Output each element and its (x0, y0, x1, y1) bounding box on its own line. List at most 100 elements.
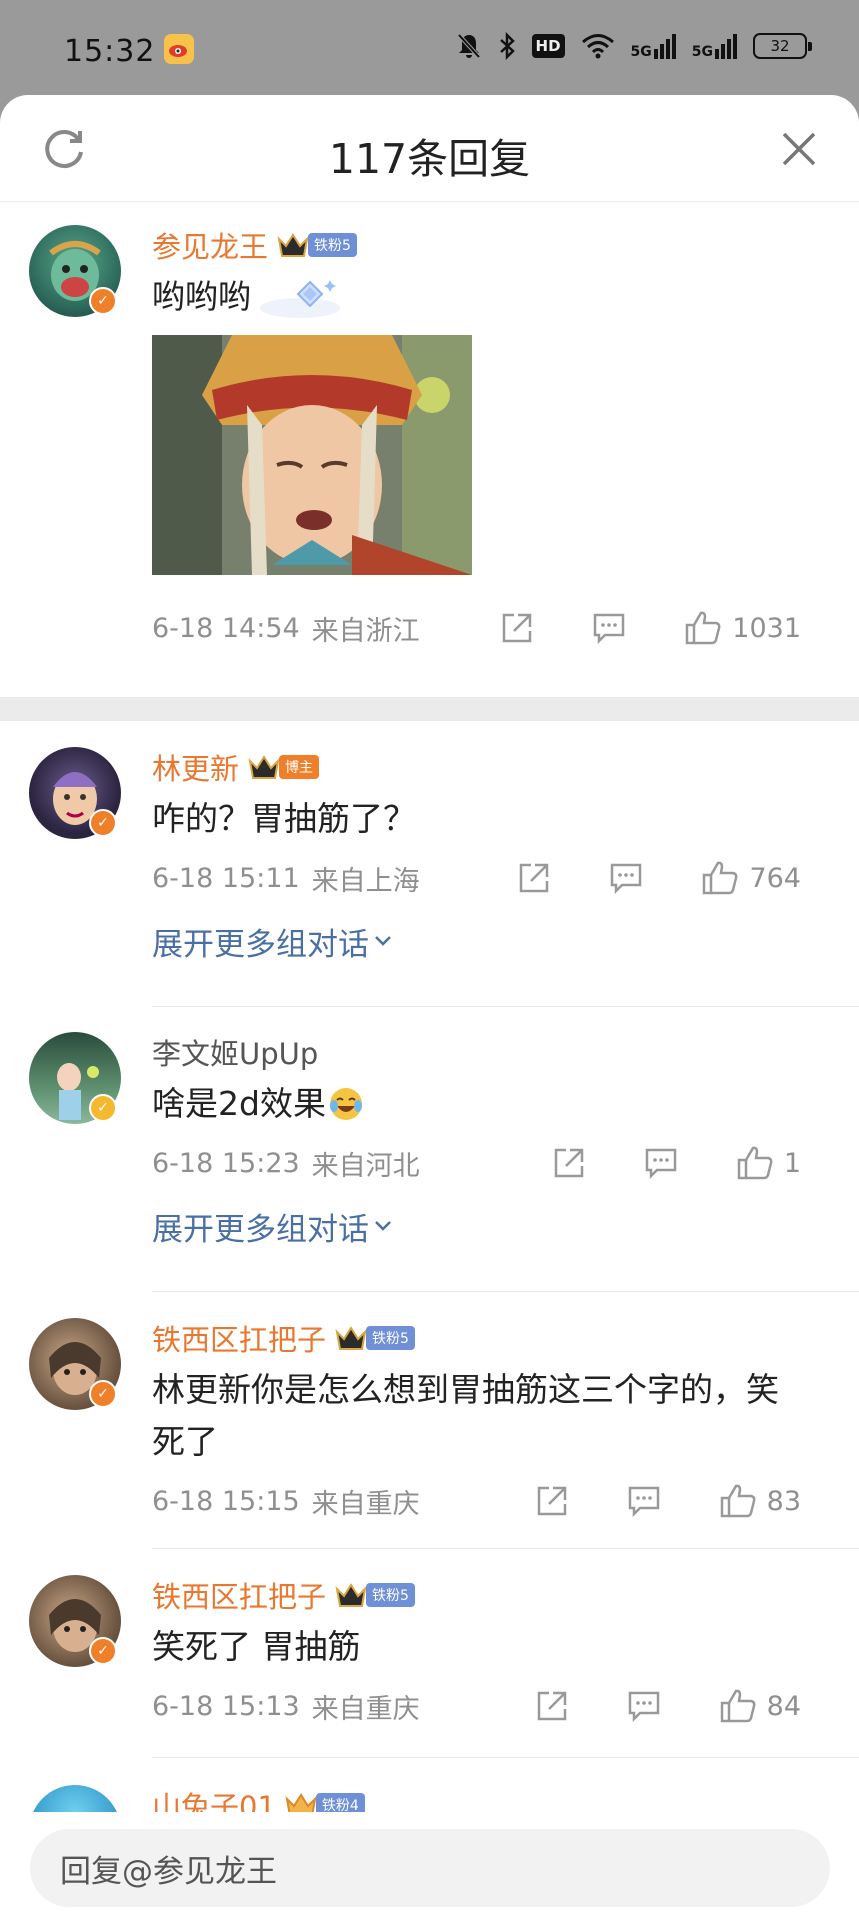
comment-icon (611, 863, 642, 895)
thumbs-up-icon (737, 1146, 773, 1180)
share-button[interactable] (535, 1689, 569, 1723)
location: 来自重庆 (311, 1488, 420, 1520)
comment-icon (594, 613, 625, 645)
reply-item: ✓ 李文姬UpUp 啥是2d效果 6-18 15:23 来自河北 1 展开更多组… (0, 1032, 859, 1256)
share-icon (520, 863, 549, 893)
comment-text: 啥是2d效果 (152, 1078, 831, 1130)
like-button[interactable]: 1031 (684, 610, 801, 646)
sheet-header: 117条回复 (0, 95, 859, 202)
timestamp: 6-18 15:23 (152, 1147, 300, 1179)
share-icon (503, 613, 532, 643)
username[interactable]: 参见龙王 (152, 224, 268, 266)
verified-badge: ✓ (89, 1094, 117, 1122)
mute-icon (457, 33, 480, 59)
signal-5g-icon: 5G (631, 33, 676, 59)
status-time: 15:32 (64, 34, 156, 69)
reply-item: ✓ 铁西区扛把子 铁粉5 笑死了 胃抽筋 6-18 15:13 来自重庆 84 (0, 1575, 859, 1731)
status-icons: HD 5G 5G 32 (456, 32, 812, 60)
comment-icon (628, 1691, 659, 1723)
thumbs-up-icon (686, 611, 721, 645)
share-icon (537, 1486, 566, 1516)
comment-icon (645, 1148, 677, 1180)
like-count: 83 (766, 1485, 801, 1517)
timestamp: 6-18 14:54 (152, 612, 300, 644)
close-button[interactable] (777, 127, 821, 171)
divider (152, 1757, 859, 1758)
comment-text: 林更新你是怎么想到胃抽筋这三个字的，笑死了 (152, 1370, 779, 1461)
crown-icon (335, 1583, 367, 1607)
like-button[interactable]: 1 (736, 1145, 801, 1181)
verified-badge: ✓ (89, 287, 117, 315)
like-count: 84 (766, 1690, 801, 1722)
close-icon (782, 132, 816, 166)
laugh-cry-emoji-icon (329, 1088, 362, 1120)
comment-meta: 6-18 15:23 来自河北 1 (152, 1138, 831, 1188)
username[interactable]: 李文姬UpUp (152, 1031, 318, 1073)
like-count: 1031 (732, 612, 801, 644)
share-icon (554, 1148, 584, 1178)
like-button[interactable]: 764 (701, 860, 801, 896)
comment-button[interactable] (627, 1484, 661, 1518)
fan-level-badge: 铁粉5 (366, 1583, 415, 1607)
like-button[interactable]: 83 (719, 1483, 801, 1519)
comment-image[interactable] (152, 335, 472, 575)
comment-button[interactable] (644, 1146, 678, 1180)
crown-icon (335, 1326, 367, 1350)
comment-meta: 6-18 15:13 来自重庆 84 (152, 1681, 831, 1731)
share-button[interactable] (535, 1484, 569, 1518)
chevron-down-icon (375, 936, 391, 946)
thumbs-up-icon (720, 1484, 756, 1518)
main-comment: ✓ 参见龙王 铁粉5 哟哟哟 6-18 14:54 来自浙江 1031 (0, 225, 859, 653)
reply-input[interactable]: 回复@参见龙王 (30, 1829, 830, 1907)
comment-meta: 6-18 15:11 来自上海 764 (152, 853, 831, 903)
expand-conversation-link[interactable]: 展开更多组对话 (152, 1196, 831, 1256)
blogger-badge: 博主 (279, 755, 320, 779)
thumbs-up-icon (703, 861, 738, 895)
share-button[interactable] (500, 611, 534, 645)
signal-5g-icon: 5G (692, 33, 737, 59)
crown-icon (277, 233, 309, 257)
share-button[interactable] (552, 1146, 586, 1180)
verified-badge: ✓ (89, 1637, 117, 1665)
reply-item: ✓ 林更新 博主 咋的？胃抽筋了？ 6-18 15:11 来自上海 764 展开… (0, 747, 859, 971)
location: 来自重庆 (311, 1693, 420, 1725)
hd-icon: HD (531, 34, 565, 58)
location: 来自上海 (311, 865, 420, 897)
divider (152, 1291, 859, 1292)
divider (152, 1548, 859, 1549)
comment-button[interactable] (627, 1689, 661, 1723)
username[interactable]: 铁西区扛把子 (152, 1574, 326, 1616)
reply-item: ✓ 铁西区扛把子 铁粉5 林更新你是怎么想到胃抽筋这三个字的，笑死了 6-18 … (0, 1318, 859, 1526)
comment-icon (628, 1486, 659, 1518)
comment-text: 笑死了 胃抽筋 (152, 1627, 361, 1666)
username[interactable]: 林更新 (152, 746, 239, 788)
like-button[interactable]: 84 (719, 1688, 801, 1724)
section-divider (0, 697, 859, 721)
timestamp: 6-18 15:13 (152, 1690, 300, 1722)
verified-badge: ✓ (89, 1380, 117, 1408)
comment-button[interactable] (609, 861, 643, 895)
comment-text: 哟哟哟 (152, 271, 831, 323)
chevron-down-icon (375, 1221, 391, 1231)
weibo-icon (164, 34, 194, 64)
share-button[interactable] (517, 861, 551, 895)
divider (152, 1006, 859, 1007)
thumbs-up-icon (720, 1689, 756, 1723)
username[interactable]: 铁西区扛把子 (152, 1317, 326, 1359)
comment-button[interactable] (592, 611, 626, 645)
battery-icon: 32 (753, 33, 812, 59)
comment-text: 咋的？胃抽筋了？ (152, 799, 416, 838)
expand-conversation-link[interactable]: 展开更多组对话 (152, 911, 831, 971)
crown-icon (248, 755, 280, 779)
like-count: 764 (749, 862, 801, 894)
timestamp: 6-18 15:15 (152, 1485, 300, 1517)
location: 来自河北 (311, 1150, 420, 1182)
comment-meta: 6-18 14:54 来自浙江 1031 (152, 603, 831, 653)
share-icon (537, 1691, 566, 1721)
verified-badge: ✓ (89, 809, 117, 837)
diamond-sticker-icon (260, 280, 340, 318)
status-bar: 15:32 HD 5G 5G 32 (0, 0, 859, 95)
reply-input-placeholder: 回复@参见龙王 (60, 1853, 277, 1890)
like-count: 1 (783, 1147, 801, 1179)
bluetooth-icon (499, 32, 515, 60)
